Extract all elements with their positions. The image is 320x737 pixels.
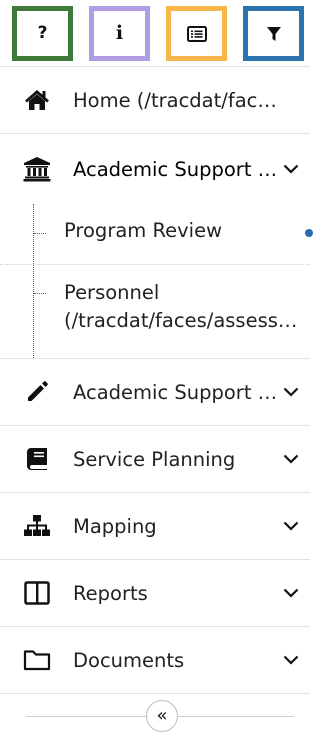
active-indicator (305, 229, 313, 237)
chevron-down-icon[interactable] (281, 382, 301, 402)
book-icon (22, 444, 52, 474)
chevron-down-icon[interactable] (281, 650, 301, 670)
home-icon (22, 85, 52, 115)
sidebar-item-label: Home (/tracdat/faces/home.xhtml) (73, 88, 285, 112)
submenu-item-label-line1: Personnel (64, 281, 160, 304)
tree-connector (34, 293, 46, 294)
chevron-down-icon[interactable] (281, 449, 301, 469)
help-button[interactable]: ? (12, 6, 73, 61)
sidebar-item-label: Documents (73, 648, 185, 672)
sidebar-item-label: Academic Support Units (73, 380, 285, 404)
filter-icon (266, 26, 281, 41)
institution-icon (22, 154, 52, 184)
collapse-row: « (0, 692, 310, 737)
sidebar-nav: Home (/tracdat/faces/home.xhtml) Academi… (0, 66, 313, 694)
sidebar-item-academic-support-units-2[interactable]: Academic Support Units (0, 359, 310, 426)
sidebar-item-label: Reports (73, 581, 148, 605)
sidebar-item-documents[interactable]: Documents (0, 627, 310, 694)
sidebar-item-label: Mapping (73, 514, 157, 538)
submenu-item-label-line2: (/tracdat/faces/assessment.xhtml) (64, 309, 304, 332)
sidebar-item-home[interactable]: Home (/tracdat/faces/home.xhtml) (0, 67, 310, 134)
double-chevron-left-icon: « (156, 705, 168, 726)
filter-button[interactable] (243, 6, 304, 61)
folder-icon (22, 645, 52, 675)
question-icon: ? (37, 23, 48, 43)
sidebar-item-mapping[interactable]: Mapping (0, 493, 310, 560)
sidebar-item-label: Service Planning (73, 447, 236, 471)
sidebar-item-service-planning[interactable]: Service Planning (0, 426, 310, 493)
chevron-down-icon[interactable] (281, 159, 301, 179)
list-icon (186, 25, 207, 42)
submenu-item-label: Program Review (64, 219, 223, 242)
sidebar-item-label: Academic Support Units (73, 157, 285, 181)
academic-support-submenu: Program Review Personnel (/tracdat/faces… (0, 204, 313, 359)
submenu-item-personnel[interactable]: Personnel (/tracdat/faces/assessment.xht… (0, 265, 310, 358)
sidebar-item-reports[interactable]: Reports (0, 560, 310, 627)
submenu-item-program-review[interactable]: Program Review (0, 204, 313, 265)
chevron-down-icon[interactable] (281, 583, 301, 603)
list-view-button[interactable] (166, 6, 227, 61)
info-button[interactable]: i (89, 6, 150, 61)
collapse-sidebar-button[interactable]: « (146, 700, 178, 732)
toolbar: ? i (0, 0, 310, 66)
chevron-down-icon[interactable] (281, 516, 301, 536)
columns-icon (22, 578, 52, 608)
pencil-icon (22, 377, 52, 407)
info-icon: i (115, 22, 124, 44)
sitemap-icon (22, 511, 52, 541)
sidebar-item-academic-support-units[interactable]: Academic Support Units (0, 134, 310, 204)
submenu-item-label: Personnel (/tracdat/faces/assessment.xht… (64, 279, 304, 335)
tree-connector (34, 233, 46, 234)
